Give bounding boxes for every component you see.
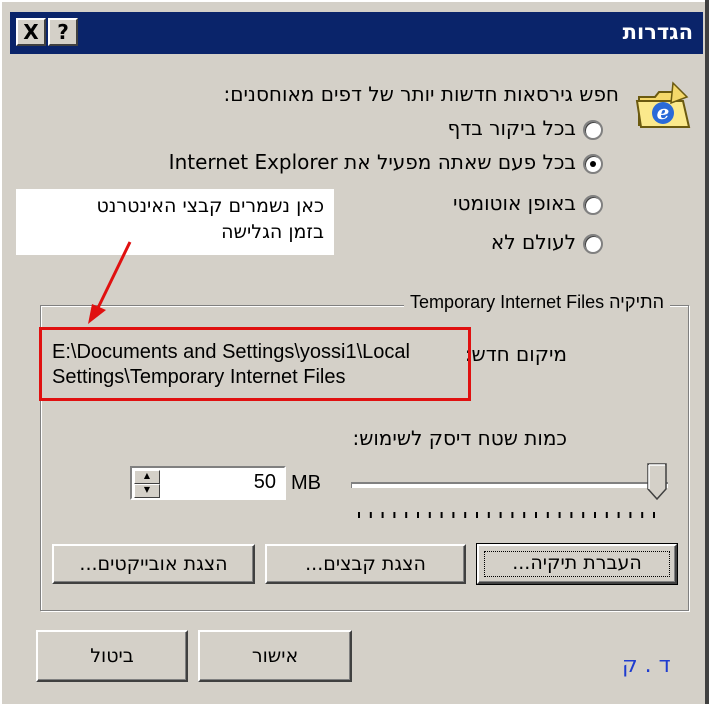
slider-tick bbox=[617, 512, 620, 518]
slider-tick bbox=[417, 512, 419, 518]
annotation-line-2: בזמן הגלישה bbox=[221, 221, 324, 243]
folder-path-line-2: Settings\Temporary Internet Files bbox=[52, 366, 346, 388]
radio-every-visit[interactable] bbox=[583, 120, 603, 140]
slider-ticks bbox=[358, 512, 655, 518]
annotation-line-1: כאן נשמרים קבצי האינטרנט bbox=[96, 195, 324, 217]
radio-every-visit-label[interactable]: בכל ביקור בדף bbox=[448, 116, 576, 140]
folder-path-line-1: E:\Documents and Settings\yossi1\Local bbox=[52, 341, 410, 363]
stepper-buttons: ▲ ▼ bbox=[134, 470, 162, 498]
view-objects-label: הצגת אובייקטים... bbox=[79, 553, 228, 575]
dialog-title: הגדרות bbox=[622, 20, 693, 44]
signature: ד . ק bbox=[622, 653, 671, 678]
radio-never[interactable] bbox=[583, 234, 603, 254]
temp-files-group-title: התיקיה Temporary Internet Files bbox=[404, 292, 670, 313]
move-folder-button[interactable]: העברת תיקיה... bbox=[476, 543, 678, 585]
slider-tick bbox=[570, 512, 573, 518]
ie-folder-icon: e bbox=[635, 81, 691, 128]
disk-space-label: כמות שטח דיסק לשימוש: bbox=[352, 426, 567, 450]
slider-tick bbox=[523, 512, 526, 518]
view-files-button[interactable]: הצגת קבצים... bbox=[265, 544, 466, 584]
radio-never-label[interactable]: לעולם לא bbox=[491, 230, 576, 254]
radio-every-start[interactable] bbox=[583, 154, 603, 174]
slider-tick bbox=[546, 512, 549, 518]
disk-size-unit: MB bbox=[291, 472, 321, 494]
stepper-up-button[interactable]: ▲ bbox=[134, 470, 160, 484]
slider-tick bbox=[476, 512, 478, 518]
radio-automatic[interactable] bbox=[583, 195, 603, 215]
cancel-label: ביטול bbox=[90, 645, 134, 667]
annotation-arrow bbox=[88, 241, 132, 324]
slider-tick bbox=[393, 512, 396, 518]
disk-size-stepper[interactable]: ▲ ▼ 50 bbox=[130, 466, 286, 500]
ok-label: אישור bbox=[251, 645, 299, 667]
radio-every-start-label[interactable]: בכל פעם שאתה מפעיל את Internet Explorer bbox=[169, 150, 576, 174]
disk-size-slider-track[interactable] bbox=[351, 482, 668, 488]
settings-dialog: X ? הגדרות e חפש גירסאות חדשות יותר של ד… bbox=[0, 0, 709, 704]
slider-tick bbox=[358, 512, 360, 518]
disk-size-value: 50 bbox=[253, 471, 276, 493]
radio-automatic-label[interactable]: באופן אוטומטי bbox=[453, 191, 576, 215]
svg-text:e: e bbox=[657, 100, 670, 124]
slider-tick bbox=[440, 512, 443, 518]
close-button[interactable]: X bbox=[16, 18, 46, 46]
slider-tick bbox=[629, 512, 632, 518]
slider-tick bbox=[464, 512, 467, 518]
slider-tick bbox=[594, 512, 596, 518]
slider-tick bbox=[369, 512, 372, 518]
slider-tick bbox=[487, 512, 490, 518]
slider-tick bbox=[405, 512, 408, 518]
radio-selected-dot bbox=[590, 161, 596, 167]
slider-tick bbox=[535, 512, 537, 518]
slider-tick bbox=[641, 512, 644, 518]
slider-tick bbox=[511, 512, 514, 518]
slider-tick bbox=[558, 512, 561, 518]
slider-tick bbox=[653, 512, 655, 518]
folder-path-highlight: E:\Documents and Settings\yossi1\Local S… bbox=[39, 327, 471, 401]
ok-button[interactable]: אישור bbox=[198, 630, 352, 682]
slider-tick bbox=[582, 512, 585, 518]
title-bar: X ? הגדרות bbox=[10, 12, 703, 54]
view-objects-button[interactable]: הצגת אובייקטים... bbox=[52, 544, 255, 584]
disk-size-slider-thumb[interactable] bbox=[647, 463, 667, 501]
slider-tick bbox=[452, 512, 455, 518]
slider-tick bbox=[428, 512, 431, 518]
slider-tick bbox=[605, 512, 608, 518]
slider-tick bbox=[499, 512, 502, 518]
slider-tick bbox=[381, 512, 384, 518]
cancel-button[interactable]: ביטול bbox=[36, 630, 188, 682]
help-button[interactable]: ? bbox=[48, 18, 78, 46]
view-files-label: הצגת קבצים... bbox=[305, 553, 426, 575]
stepper-down-button[interactable]: ▼ bbox=[134, 484, 160, 498]
location-label: מיקום חדש: bbox=[464, 342, 567, 366]
focus-rect bbox=[484, 551, 670, 577]
window-edge bbox=[705, 0, 709, 704]
annotation-note: כאן נשמרים קבצי האינטרנט בזמן הגלישה bbox=[16, 189, 334, 255]
check-heading: חפש גירסאות חדשות יותר של דפים מאוחסנים: bbox=[223, 82, 619, 106]
